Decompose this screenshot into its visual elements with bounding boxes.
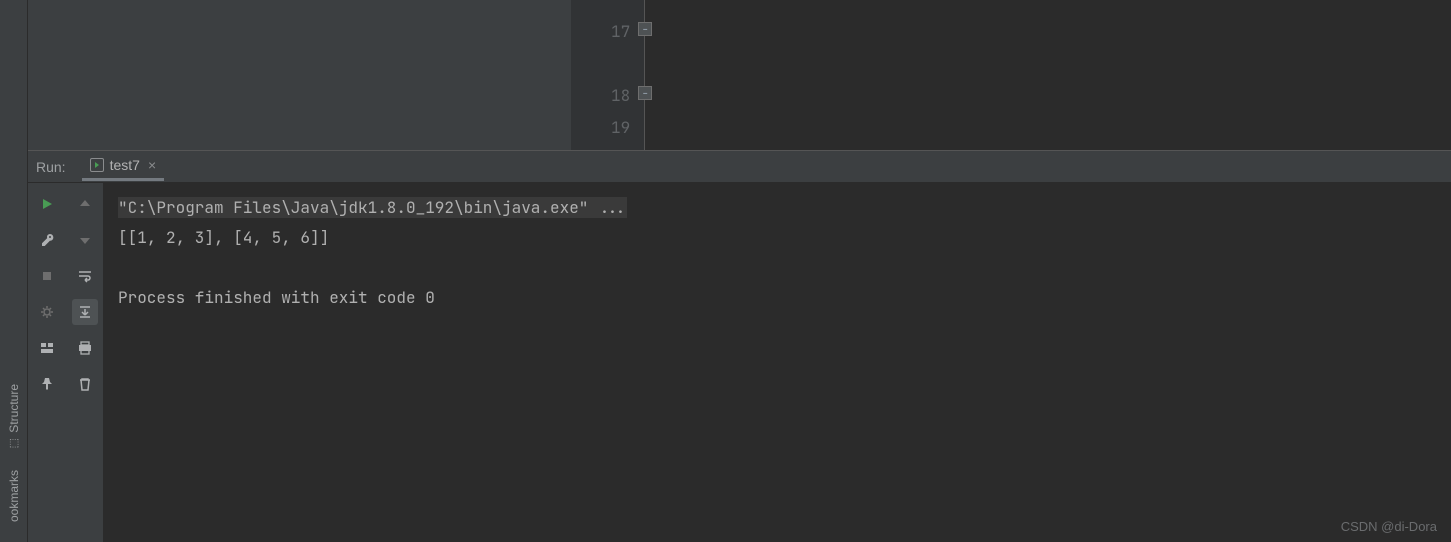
run-tab-label: test7 — [110, 157, 140, 173]
debug-settings-button[interactable] — [34, 299, 60, 325]
watermark: CSDN @di-Dora — [1341, 519, 1437, 534]
structure-icon: ⬚ — [7, 437, 20, 450]
line-number: 17 — [611, 21, 630, 42]
structure-tab[interactable]: ⬚ Structure — [5, 374, 23, 460]
close-icon[interactable]: × — [148, 157, 156, 173]
fold-marker-icon[interactable]: – — [638, 22, 652, 36]
console-cmd: "C:\Program Files\Java\jdk1.8.0_192\bin\… — [118, 197, 627, 218]
layout-button[interactable] — [34, 335, 60, 361]
console-line: [[1, 2, 3], [4, 5, 6]] — [118, 227, 329, 248]
gutter-spacer — [611, 48, 630, 80]
editor-gutter: 17 – 18 – 19 — [571, 0, 645, 150]
soft-wrap-button[interactable] — [72, 263, 98, 289]
up-button[interactable] — [72, 191, 98, 217]
left-sidebar: ⬚ Structure ookmarks — [0, 0, 28, 542]
console-line: Process finished with exit code 0 — [118, 287, 435, 308]
rerun-button[interactable] — [34, 191, 60, 217]
run-toolbar-primary — [28, 183, 66, 542]
line-number: 19 — [611, 117, 630, 138]
down-button[interactable] — [72, 227, 98, 253]
run-header: Run: test7 × — [28, 151, 1451, 183]
console-output[interactable]: "C:\Program Files\Java\jdk1.8.0_192\bin\… — [104, 183, 1451, 542]
code-editor[interactable]: 17 – 18 – 19 }*/ no usages public static… — [28, 0, 1451, 150]
run-tab[interactable]: test7 × — [82, 153, 165, 181]
line-number: 18 — [611, 85, 630, 106]
run-toolbar-secondary — [66, 183, 104, 542]
stop-button[interactable] — [34, 263, 60, 289]
print-button[interactable] — [72, 335, 98, 361]
bookmarks-label: ookmarks — [7, 470, 21, 522]
pin-button[interactable] — [34, 371, 60, 397]
trash-button[interactable] — [72, 371, 98, 397]
editor-spacer — [28, 0, 571, 150]
run-config-icon — [90, 158, 104, 172]
run-label: Run: — [36, 159, 66, 175]
wrench-button[interactable] — [34, 227, 60, 253]
scroll-to-end-button[interactable] — [72, 299, 98, 325]
fold-marker-icon[interactable]: – — [638, 86, 652, 100]
structure-label: Structure — [7, 384, 21, 433]
bookmarks-tab[interactable]: ookmarks — [5, 460, 23, 532]
